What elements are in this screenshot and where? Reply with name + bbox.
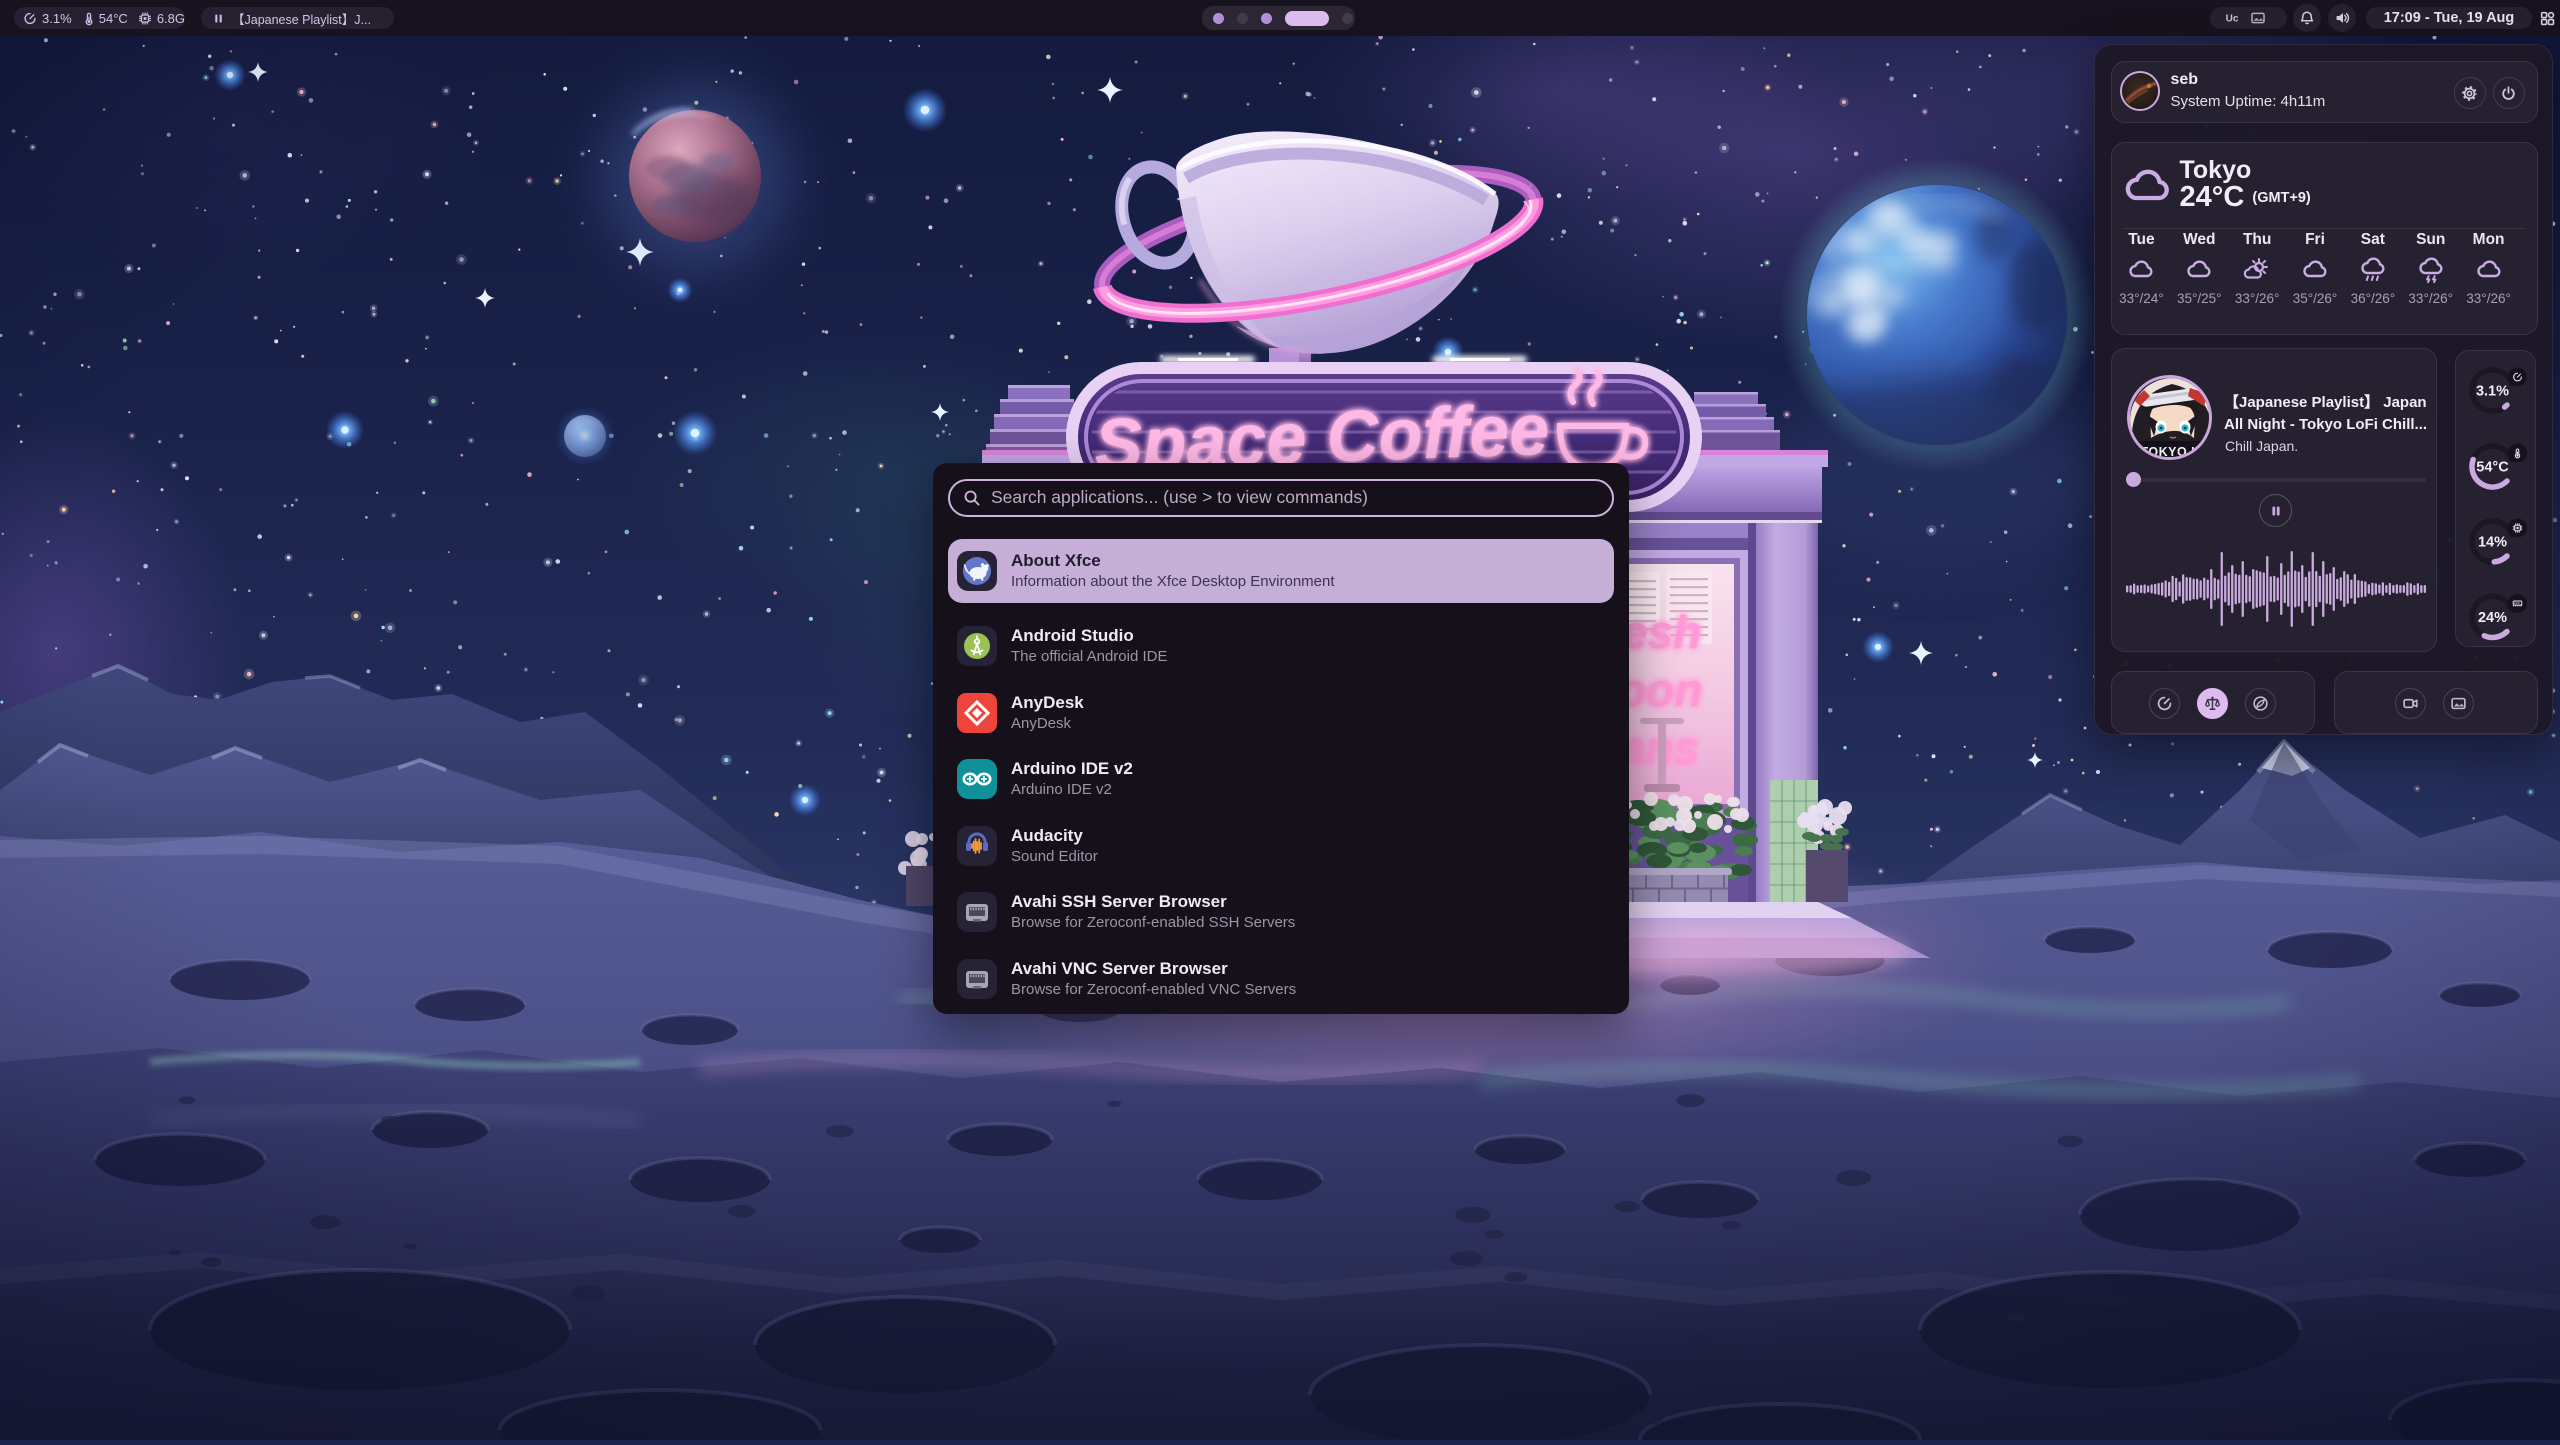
- svg-text:3.1%: 3.1%: [2476, 384, 2509, 400]
- svg-text:24%: 24%: [2478, 610, 2507, 626]
- svg-text:Uc: Uc: [2226, 14, 2239, 25]
- svg-text:14%: 14%: [2478, 535, 2507, 551]
- svg-text:54°C: 54°C: [2476, 460, 2509, 476]
